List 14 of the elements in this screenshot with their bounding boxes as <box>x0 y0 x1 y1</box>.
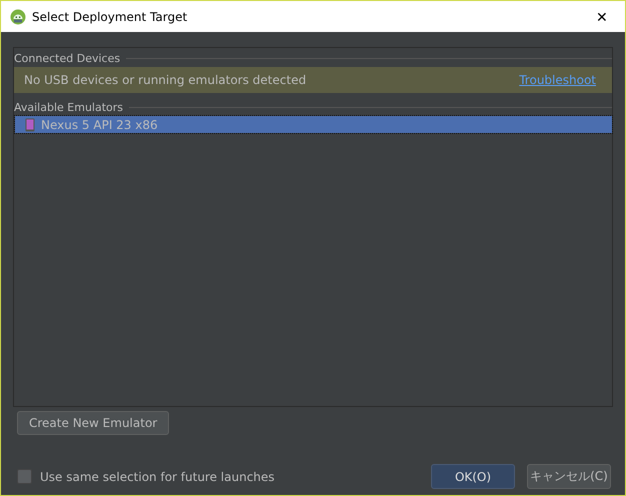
close-button[interactable]: ✕ <box>579 1 625 32</box>
phone-icon <box>25 118 35 132</box>
ok-button[interactable]: OK(O) <box>431 464 515 489</box>
window-title: Select Deployment Target <box>32 10 188 24</box>
emulator-item[interactable]: Nexus 5 API 23 x86 <box>15 116 612 133</box>
banner-message: No USB devices or running emulators detected <box>24 73 306 87</box>
section-heading: Available Emulators <box>14 100 124 114</box>
troubleshoot-link[interactable]: Troubleshoot <box>519 73 596 87</box>
android-logo-icon <box>10 8 26 24</box>
checkbox-label: Use same selection for future launches <box>40 470 275 484</box>
section-heading: Connected Devices <box>14 52 120 64</box>
checkbox[interactable] <box>17 469 32 484</box>
create-emulator-button[interactable]: Create New Emulator <box>17 411 170 435</box>
cancel-button[interactable]: キャンセル(C) <box>527 464 611 489</box>
